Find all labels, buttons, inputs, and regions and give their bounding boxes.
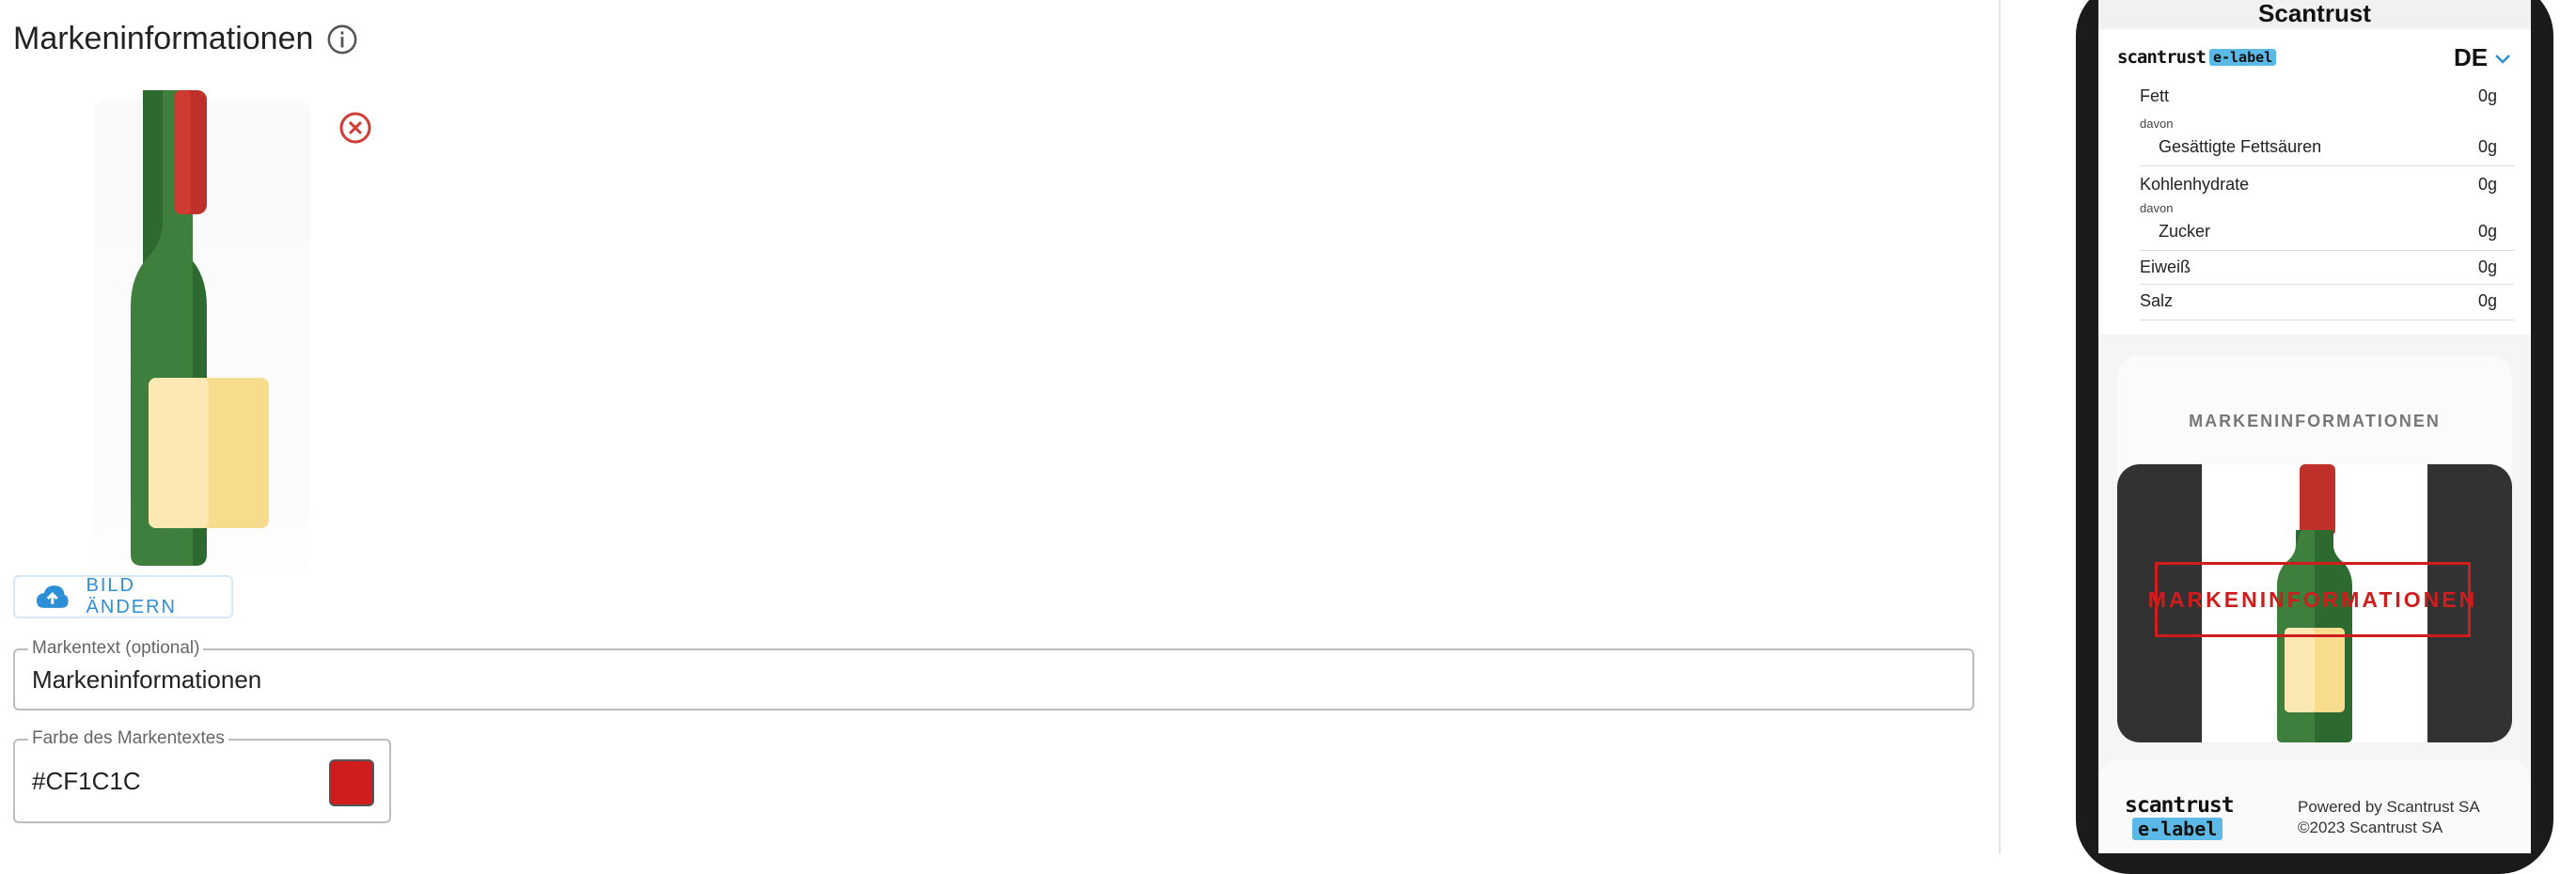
brand-color-field[interactable]: Farbe des Markentextes #CF1C1C (13, 728, 391, 823)
info-icon[interactable] (326, 23, 358, 55)
powered-by-text: Powered by Scantrust SA (2298, 798, 2480, 816)
footer-logo: scantrust e-label (2125, 793, 2247, 840)
section-title: Markeninformationen (13, 21, 314, 56)
footer-credits: Powered by Scantrust SA ©2023 Scantrust … (2298, 797, 2480, 838)
language-value: DE (2454, 43, 2489, 71)
footer-logo-text: scantrust (2125, 793, 2235, 818)
preview-header: scantrust e-label DE (2098, 30, 2531, 90)
nutrition-row: Salz 0g (2140, 291, 2514, 320)
nutrition-row: Gesättigte Fettsäuren 0g (2140, 137, 2514, 166)
close-circle-icon[interactable] (338, 111, 372, 145)
nutrition-label: Eiweiß (2140, 258, 2191, 276)
wine-bottle-image (131, 90, 269, 566)
nutrition-sublabel: davon (2140, 201, 2174, 215)
chevron-down-icon (2495, 54, 2511, 64)
nutrition-label: Gesättigte Fettsäuren (2159, 137, 2322, 156)
nutrition-value: 0g (2477, 137, 2497, 156)
phone-preview-screen: Scantrust scantrust e-label DE Fett 0g d… (2098, 0, 2531, 853)
brand-color-input[interactable]: #CF1C1C (32, 767, 141, 796)
section-header: Markeninformationen (13, 21, 358, 57)
brand-text-input[interactable]: Markeninformationen (32, 665, 261, 695)
brand-image-preview (94, 90, 310, 570)
nutrition-table: Fett 0g davon Gesättigte Fettsäuren 0g K… (2098, 86, 2531, 335)
nutrition-value: 0g (2477, 86, 2497, 105)
panel-divider (1999, 0, 2001, 853)
nutrition-value: 0g (2477, 291, 2497, 310)
brand-info-editor: Markeninformationen BILD ÄNDERN Markente… (0, 0, 1999, 853)
brand-image-banner: MARKENINFORMATIONEN (2117, 464, 2512, 742)
logo-text: scantrust (2117, 47, 2207, 68)
brand-text-field[interactable]: Markentext (optional) Markeninformatione… (13, 638, 1974, 710)
preview-footer: scantrust e-label Powered by Scantrust S… (2098, 759, 2531, 853)
change-image-button[interactable]: BILD ÄNDERN (13, 575, 233, 618)
color-swatch[interactable] (329, 759, 374, 806)
nutrition-sublabel: davon (2140, 117, 2174, 131)
nutrition-row: Zucker 0g (2140, 222, 2514, 251)
brand-color-label: Farbe des Markentextes (28, 728, 228, 749)
nutrition-label: Kohlenhydrate (2140, 175, 2250, 194)
brand-info-card: MARKENINFORMATIONEN MARKENINFORMATIONEN (2117, 355, 2512, 742)
brand-text-label: Markentext (optional) (28, 638, 204, 659)
nutrition-row: Eiweiß 0g (2140, 258, 2514, 285)
nutrition-row: Kohlenhydrate 0g (2140, 175, 2514, 195)
nutrition-value: 0g (2477, 175, 2497, 194)
logo-badge: e-label (2208, 49, 2277, 66)
change-image-label: BILD ÄNDERN (86, 575, 177, 617)
brand-text-overlay: MARKENINFORMATIONEN (2148, 562, 2474, 637)
language-selector[interactable]: DE (2454, 43, 2512, 72)
nutrition-label: Zucker (2159, 222, 2211, 241)
scantrust-logo: scantrust e-label (2117, 47, 2277, 68)
preview-screen-title: Scantrust (2098, 0, 2531, 28)
nutrition-value: 0g (2477, 222, 2497, 241)
nutrition-value: 0g (2477, 258, 2497, 276)
brand-section-title: MARKENINFORMATIONEN (2189, 412, 2441, 430)
nutrition-row: Fett 0g (2140, 86, 2514, 106)
nutrition-label: Salz (2140, 291, 2174, 310)
cloud-upload-icon (36, 585, 69, 608)
nutrition-label: Fett (2140, 86, 2170, 105)
footer-logo-badge: e-label (2132, 818, 2223, 840)
copyright-text: ©2023 Scantrust SA (2298, 819, 2443, 836)
